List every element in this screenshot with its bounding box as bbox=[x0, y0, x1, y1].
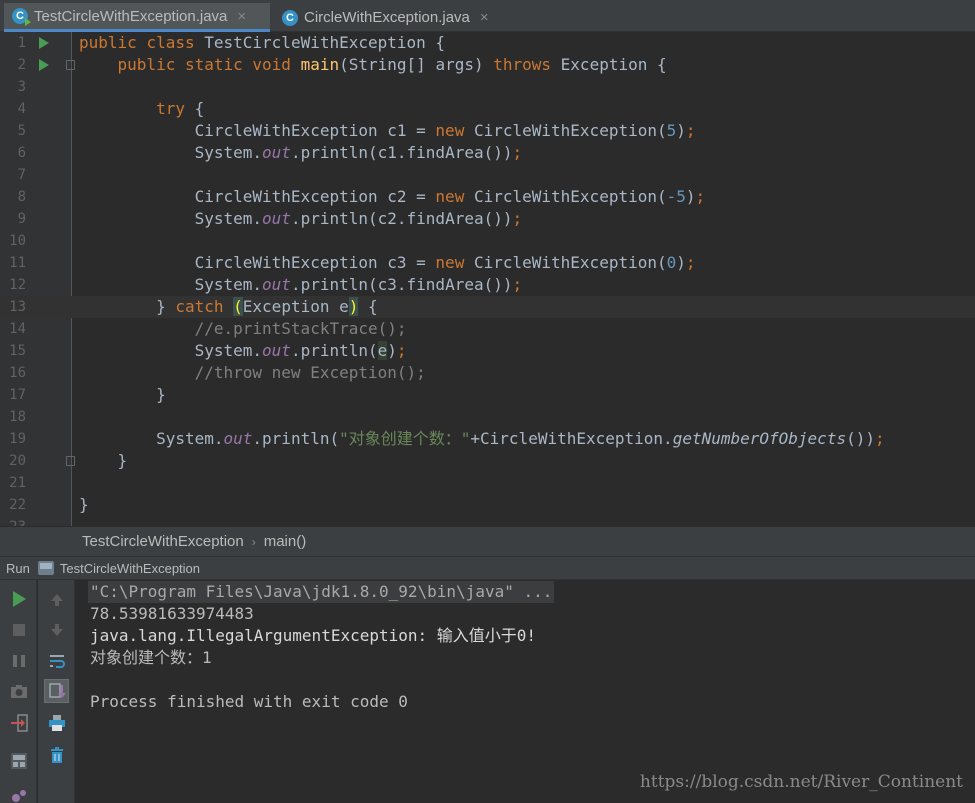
code-line: 5 CircleWithException c1 = new CircleWit… bbox=[17, 121, 696, 140]
tab-circle-with-exception[interactable]: C CircleWithException.java × bbox=[274, 3, 506, 32]
code-line: 12 System.out.println(c3.findArea()); bbox=[9, 275, 523, 294]
tab-label: CircleWithException.java bbox=[304, 9, 470, 26]
layout-icon bbox=[10, 753, 27, 769]
code-line: 10 bbox=[9, 233, 26, 249]
code-line: 16 //throw new Exception(); bbox=[9, 363, 426, 382]
pause-icon bbox=[12, 655, 25, 667]
run-toolbar-right bbox=[38, 580, 75, 803]
code-line: 20 } bbox=[9, 451, 128, 470]
scroll-to-end-button[interactable] bbox=[44, 679, 69, 703]
code-line: 2 public static void main(String[] args)… bbox=[17, 55, 667, 74]
scroll-down-button[interactable] bbox=[44, 618, 69, 642]
play-icon bbox=[12, 591, 26, 607]
run-config-icon bbox=[37, 561, 54, 575]
print-icon bbox=[48, 715, 65, 731]
stop-icon bbox=[12, 624, 25, 636]
code-line-current: 13 } catch (Exception e) { bbox=[0, 296, 975, 318]
watermark: https://blog.csdn.net/River_Continent bbox=[639, 772, 963, 792]
tab-label: TestCircleWithException.java bbox=[34, 7, 228, 25]
run-toolbar-left bbox=[0, 580, 37, 803]
code-line: 6 System.out.println(c1.findArea()); bbox=[17, 143, 523, 162]
scroll-up-button[interactable] bbox=[44, 588, 69, 612]
editor-tab-bar: C TestCircleWithException.java × C Circl… bbox=[0, 0, 975, 32]
dump-threads-button[interactable] bbox=[6, 680, 31, 704]
run-panel-title[interactable]: Run bbox=[6, 561, 30, 576]
trash-icon bbox=[50, 747, 63, 763]
exit-button[interactable] bbox=[6, 711, 31, 735]
tab-test-circle-with-exception[interactable]: C TestCircleWithException.java × bbox=[4, 3, 270, 32]
code-editor[interactable]: 1 public class TestCircleWithException { … bbox=[0, 32, 975, 526]
java-class-icon: C bbox=[12, 8, 31, 26]
breadcrumb-class[interactable]: TestCircleWithException bbox=[82, 533, 244, 550]
camera-icon bbox=[10, 685, 27, 698]
rerun-button[interactable] bbox=[6, 587, 31, 611]
code-line: 4 try { bbox=[17, 99, 205, 118]
code-line: 8 CircleWithException c2 = new CircleWit… bbox=[17, 187, 706, 206]
code-line: 19 System.out.println("对象创建个数："+CircleWi… bbox=[9, 429, 885, 448]
print-button[interactable] bbox=[44, 711, 69, 735]
code-line: 9 System.out.println(c2.findArea()); bbox=[17, 209, 523, 228]
code-line: 7 bbox=[17, 167, 26, 183]
code-line: 3 bbox=[17, 79, 26, 95]
fold-marker-icon[interactable] bbox=[66, 456, 75, 466]
code-line: 21 bbox=[9, 475, 26, 491]
breadcrumb: TestCircleWithException › main() bbox=[0, 526, 975, 556]
run-config-tab[interactable]: TestCircleWithException bbox=[60, 561, 200, 576]
code-lines: 1 public class TestCircleWithException { … bbox=[0, 32, 975, 526]
run-panel-header: Run TestCircleWithException bbox=[0, 556, 975, 580]
code-line: 1 public class TestCircleWithException { bbox=[17, 33, 446, 52]
arrow-up-icon bbox=[50, 594, 63, 606]
soft-wrap-button[interactable] bbox=[44, 649, 69, 673]
stop-button[interactable] bbox=[6, 618, 31, 642]
run-console[interactable]: "C:\Program Files\Java\jdk1.8.0_92\bin\j… bbox=[76, 580, 975, 803]
clear-all-button[interactable] bbox=[44, 743, 69, 767]
code-line: 11 CircleWithException c3 = new CircleWi… bbox=[9, 253, 696, 272]
plugin-icon bbox=[11, 790, 26, 802]
console-line-command: "C:\Program Files\Java\jdk1.8.0_92\bin\j… bbox=[88, 581, 555, 603]
exit-icon bbox=[10, 714, 28, 732]
code-line: 15 System.out.println(e); bbox=[9, 341, 407, 360]
plugin-button[interactable] bbox=[6, 784, 31, 803]
chevron-right-icon: › bbox=[251, 534, 256, 549]
code-line: 23 bbox=[0, 516, 975, 526]
arrow-down-icon bbox=[50, 624, 63, 636]
code-line: 17 } bbox=[9, 385, 166, 404]
console-line: 对象创建个数：1 bbox=[90, 648, 212, 667]
console-line: Process finished with exit code 0 bbox=[90, 692, 408, 711]
close-icon[interactable]: × bbox=[480, 9, 489, 26]
close-icon[interactable]: × bbox=[237, 8, 246, 25]
scroll-to-end-icon bbox=[48, 683, 66, 698]
breadcrumb-method[interactable]: main() bbox=[264, 533, 307, 550]
code-line: 14 //e.printStackTrace(); bbox=[9, 319, 407, 338]
console-line: java.lang.IllegalArgumentException: 输入值小… bbox=[90, 626, 537, 645]
run-gutter-icon[interactable] bbox=[39, 37, 49, 49]
console-line: 78.53981633974483 bbox=[90, 604, 254, 623]
pause-button[interactable] bbox=[6, 649, 31, 673]
soft-wrap-icon bbox=[49, 655, 65, 668]
run-gutter-icon[interactable] bbox=[39, 59, 49, 71]
fold-marker-icon[interactable] bbox=[66, 60, 75, 70]
code-line: 22} bbox=[9, 495, 89, 514]
layout-button[interactable] bbox=[6, 749, 31, 773]
java-class-icon: C bbox=[282, 9, 298, 26]
code-line: 18 bbox=[9, 409, 26, 425]
